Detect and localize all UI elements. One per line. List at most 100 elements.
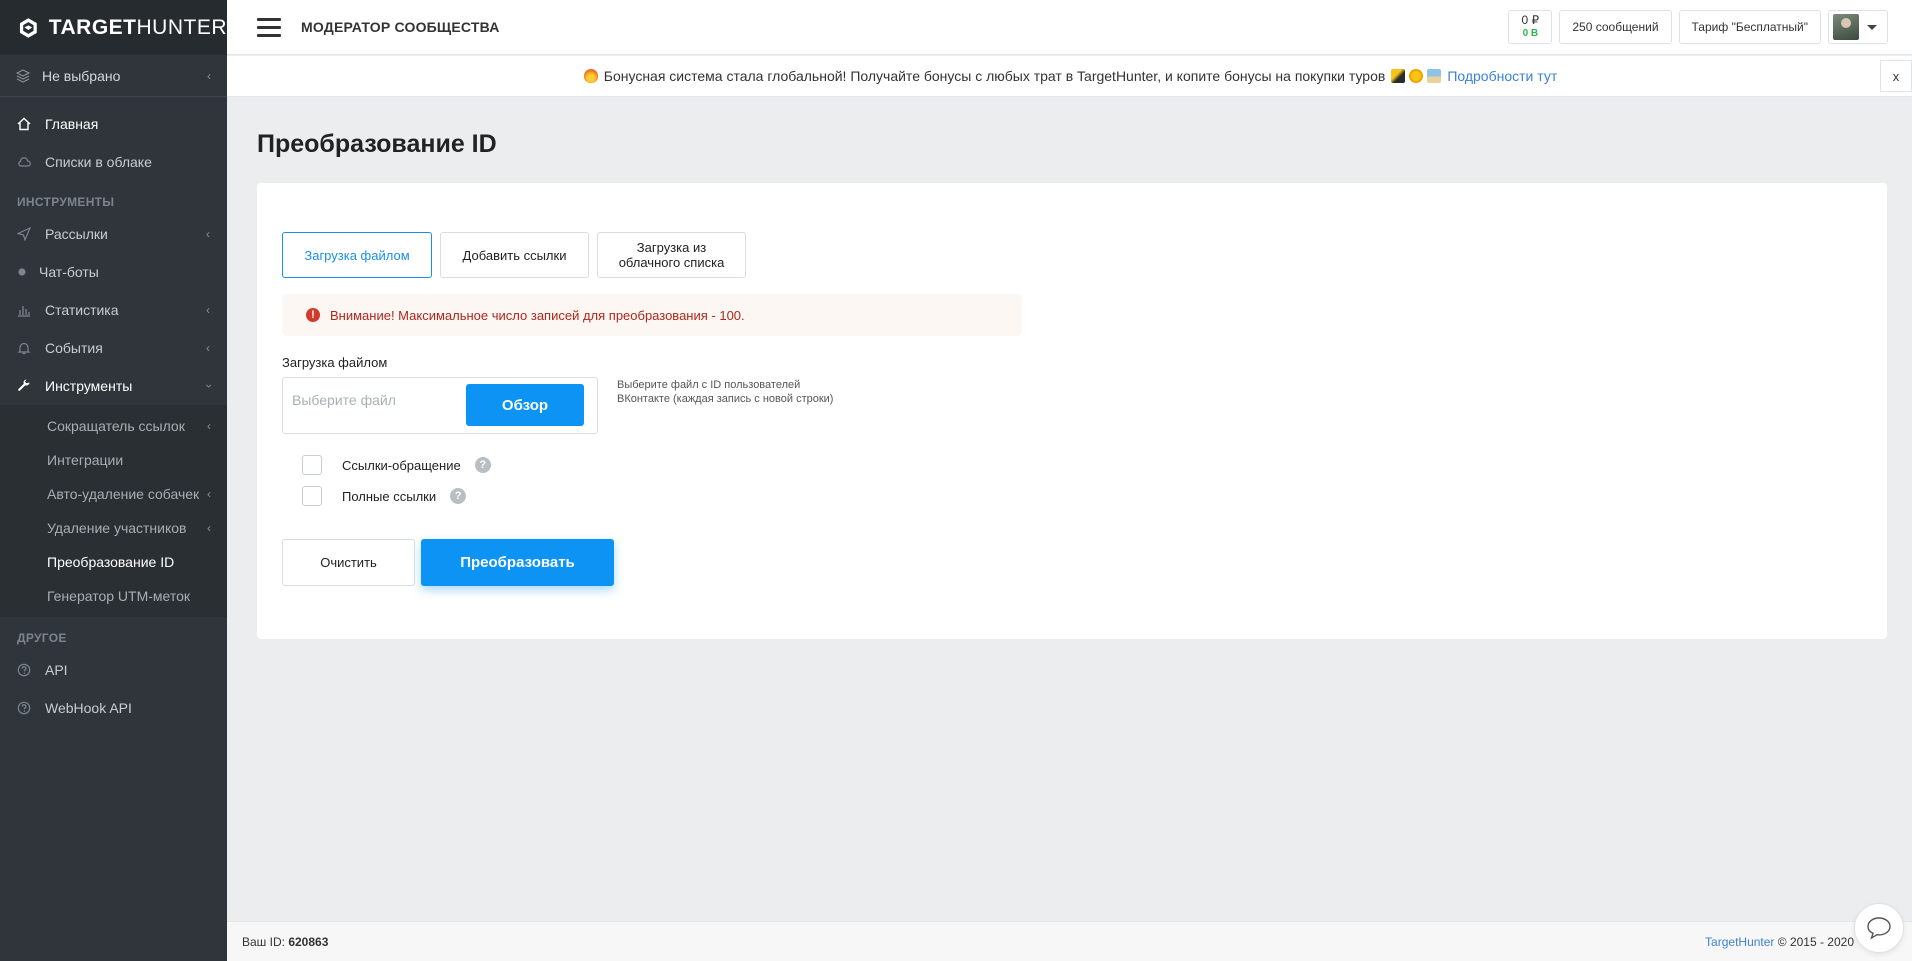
sidebar-item-chatbots[interactable]: Чат-боты <box>0 253 227 291</box>
option-full-links: Полные ссылки ? <box>302 486 467 506</box>
logo[interactable]: TARGETHUNTER <box>0 0 227 55</box>
logo-text-bold: TARGET <box>48 15 137 39</box>
sidebar-item-label: Главная <box>45 116 99 132</box>
help-circle-icon <box>17 663 31 677</box>
footer-brand-link[interactable]: TargetHunter <box>1705 935 1774 949</box>
links-appeal-checkbox[interactable] <box>302 455 322 475</box>
sidebar-item-tools[interactable]: Инструменты ‹ <box>0 367 227 405</box>
sidebar: TARGETHUNTER Не выбрано ‹ Главная Списки… <box>0 0 227 961</box>
beach-icon <box>1427 69 1442 83</box>
option-links-appeal: Ссылки-обращение ? <box>302 455 491 475</box>
chevron-left-icon: ‹ <box>207 68 211 83</box>
sidebar-item-statistics[interactable]: Статистика ‹ <box>0 291 227 329</box>
help-icon[interactable]: ? <box>474 457 491 473</box>
bell-icon <box>17 342 31 355</box>
user-id-value: 620863 <box>288 934 329 949</box>
logo-text-regular: HUNTER <box>136 15 227 39</box>
sidebar-subitem-link-shortener[interactable]: Сокращатель ссылок ‹ <box>0 409 227 443</box>
source-tabs: Загрузка файлом Добавить ссылки Загрузка… <box>282 232 746 278</box>
balance-rub: 0 ₽ <box>1521 13 1540 27</box>
notice-bar: Бонусная система стала глобальной! Получ… <box>227 56 1912 97</box>
file-input[interactable]: Выберите файл Обзор <box>282 377 598 434</box>
tariff-button[interactable]: Тариф "Бесплатный" <box>1678 10 1821 44</box>
cloud-icon <box>18 157 31 167</box>
tab-file-upload[interactable]: Загрузка файлом <box>282 232 432 278</box>
chevron-left-icon: ‹ <box>206 227 210 241</box>
sidebar-item-webhook-api[interactable]: WebHook API <box>0 689 227 727</box>
footer-copyright: © 2015 - 2020 <box>1777 934 1854 949</box>
chevron-down-icon: ‹ <box>201 384 215 388</box>
clear-button[interactable]: Очистить <box>282 539 415 586</box>
page-title: Преобразование ID <box>257 130 497 158</box>
section-label-tools: ИНСТРУМЕНТЫ <box>17 195 115 209</box>
file-placeholder: Выберите файл <box>292 392 396 408</box>
chevron-left-icon: ‹ <box>206 341 210 355</box>
chart-icon <box>18 306 30 317</box>
sidebar-subitem-remove-members[interactable]: Удаление участников ‹ <box>0 511 227 545</box>
balance-widget[interactable]: 0 ₽ 0 B <box>1508 10 1553 44</box>
tab-add-links[interactable]: Добавить ссылки <box>440 232 589 278</box>
sidebar-item-label: Рассылки <box>45 226 108 242</box>
messages-button[interactable]: 250 сообщений <box>1559 10 1672 44</box>
links-appeal-label: Ссылки-обращение <box>342 457 461 473</box>
sidebar-item-label: События <box>45 340 103 356</box>
sidebar-item-cloud-lists[interactable]: Списки в облаке <box>0 143 227 181</box>
sun-icon <box>1409 69 1424 83</box>
sidebar-item-home[interactable]: Главная <box>0 105 227 143</box>
chevron-left-icon: ‹ <box>207 419 211 433</box>
sidebar-item-mailings[interactable]: Рассылки ‹ <box>0 215 227 253</box>
party-icon <box>1391 69 1406 83</box>
sidebar-item-api[interactable]: API <box>0 651 227 689</box>
notice-details-link[interactable]: Подробности тут <box>1447 68 1557 84</box>
sidebar-item-label: Чат-боты <box>39 264 99 280</box>
full-links-checkbox[interactable] <box>302 486 322 506</box>
chevron-left-icon: ‹ <box>207 487 211 501</box>
notice-close-button[interactable]: x <box>1880 60 1912 92</box>
sidebar-item-events[interactable]: События ‹ <box>0 329 227 367</box>
sidebar-item-label: WebHook API <box>45 700 132 716</box>
alert-icon: ! <box>306 308 320 322</box>
browse-button[interactable]: Обзор <box>466 384 584 426</box>
avatar <box>1833 14 1859 40</box>
sidebar-item-label: API <box>45 662 68 678</box>
full-links-label: Полные ссылки <box>342 488 437 504</box>
chat-icon <box>1867 917 1891 940</box>
home-icon <box>17 117 31 131</box>
sidebar-item-label: Списки в облаке <box>45 154 152 170</box>
user-menu[interactable] <box>1828 10 1888 44</box>
tools-submenu: Сокращатель ссылок ‹ Интеграции Авто-уда… <box>0 405 227 617</box>
conversion-card: Загрузка файлом Добавить ссылки Загрузка… <box>257 183 1887 639</box>
sidebar-item-label: Инструменты <box>45 378 133 394</box>
balance-bonus: 0 B <box>1522 28 1539 39</box>
footer: Ваш ID: 620863 TargetHunter © 2015 - 202… <box>227 921 1912 961</box>
upload-label: Загрузка файлом <box>282 355 388 370</box>
chevron-left-icon: ‹ <box>207 521 211 535</box>
menu-toggle-icon[interactable] <box>257 17 281 37</box>
caret-down-icon <box>1867 24 1877 30</box>
user-id-label: Ваш ID: <box>242 934 285 949</box>
help-icon[interactable]: ? <box>450 488 467 504</box>
tab-cloud-list[interactable]: Загрузка из облачного списка <box>597 232 746 278</box>
wrench-icon <box>18 379 30 391</box>
sidebar-subitem-auto-delete-dogs[interactable]: Авто-удаление собачек ‹ <box>0 477 227 511</box>
sidebar-subitem-utm-generator[interactable]: Генератор UTM-меток <box>0 579 227 613</box>
topbar: МОДЕРАТОР СООБЩЕСТВА 0 ₽ 0 B 250 сообщен… <box>227 0 1912 55</box>
chevron-left-icon: ‹ <box>206 303 210 317</box>
notice-text: Бонусная система стала глобальной! Получ… <box>603 68 1386 84</box>
file-hint: Выберите файл с ID пользователей ВКонтак… <box>617 379 834 405</box>
sidebar-subitem-id-conversion[interactable]: Преобразование ID <box>0 545 227 579</box>
layers-icon <box>16 68 30 83</box>
send-icon <box>17 227 31 241</box>
convert-button[interactable]: Преобразовать <box>421 539 614 586</box>
sidebar-item-label: Статистика <box>45 302 119 318</box>
help-circle-icon <box>17 701 31 715</box>
logo-icon <box>19 17 37 38</box>
warning-alert: ! Внимание! Максимальное число записей д… <box>282 294 1022 336</box>
community-title: МОДЕРАТОР СООБЩЕСТВА <box>301 19 500 35</box>
section-label-other: ДРУГОЕ <box>17 631 67 645</box>
sidebar-subitem-integrations[interactable]: Интеграции <box>0 443 227 477</box>
project-select-label: Не выбрано <box>42 67 121 84</box>
project-select[interactable]: Не выбрано ‹ <box>0 55 227 97</box>
chat-widget-button[interactable] <box>1854 903 1904 953</box>
bot-icon <box>18 268 26 276</box>
